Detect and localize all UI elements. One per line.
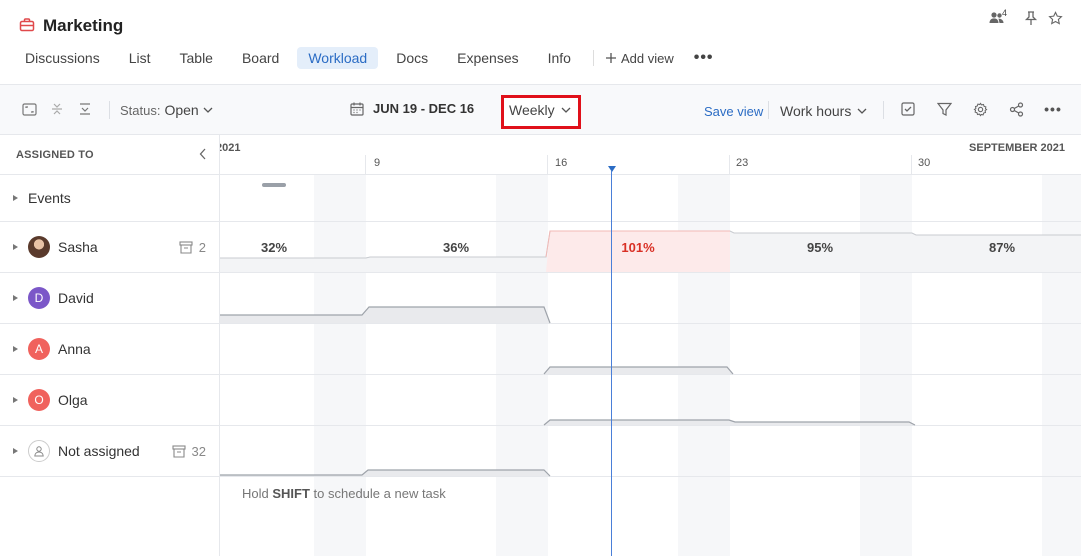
avatar [28,236,50,258]
chevron-down-icon [561,107,571,113]
expand-arrow-icon[interactable] [13,448,18,454]
header-actions: 4 [989,8,1063,26]
list-item[interactable]: O Olga [0,375,219,426]
more-menu-icon[interactable]: ••• [1044,101,1062,117]
row-name: Olga [58,392,88,408]
archived-tasks[interactable]: 2 [179,240,206,255]
archive-icon [179,240,193,254]
assigned-to-label: ASSIGNED TO [16,148,94,161]
archived-count: 32 [191,443,206,459]
expand-arrow-icon[interactable] [13,195,18,201]
hint-key: SHIFT [272,486,310,501]
hint-text: Hold [242,486,273,501]
list-item[interactable]: D David [0,273,219,324]
checkbox-icon[interactable] [900,101,916,117]
archive-icon [171,444,186,458]
filter-icon[interactable] [936,101,952,117]
collapse-rows-icon[interactable] [49,101,65,117]
calendar-icon [350,102,364,116]
list-item[interactable]: A Anna [0,324,219,375]
tabs-divider [592,50,594,66]
expand-arrow-icon[interactable] [13,295,18,301]
page-title: Marketing [43,16,124,35]
today-line [611,171,612,556]
pin-icon[interactable] [1023,10,1039,26]
tab-docs[interactable]: Docs [385,47,439,69]
add-view-button[interactable]: Add view [600,48,680,69]
user-icon [28,440,50,462]
add-view-label: Add view [620,50,674,66]
share-icon[interactable] [1008,101,1024,117]
archived-count: 2 [198,239,206,255]
hint-text: to schedule a new task [309,486,446,501]
metric-dropdown[interactable]: Work hours [780,103,867,119]
briefcase-icon [19,18,35,32]
archived-tasks[interactable]: 32 [171,443,206,459]
time-scale-dropdown[interactable]: Weekly [509,102,571,118]
toolbar-divider [768,101,769,119]
tab-table[interactable]: Table [169,47,224,69]
tab-workload[interactable]: Workload [297,47,379,69]
expand-arrow-icon[interactable] [13,397,18,403]
assigned-to-header: ASSIGNED TO [0,135,219,175]
tab-board[interactable]: Board [231,47,290,69]
time-scale-value: Weekly [509,102,555,118]
tab-info[interactable]: Info [537,47,582,69]
row-name: Sasha [58,239,98,255]
list-item[interactable]: Events [0,175,219,222]
project-header: Marketing 4 Discussions List Table Board… [0,0,1081,84]
workload-percent-overloaded: 101% [621,240,655,255]
workload-percent: 95% [806,240,834,255]
row-name: Not assigned [58,443,140,459]
date-range-label: JUN 19 - DEC 16 [373,101,475,116]
expand-arrow-icon[interactable] [13,244,18,250]
toolbar-divider [109,101,110,119]
avatar: O [28,389,50,411]
anna-workload-area [544,367,733,374]
status-filter[interactable]: Status: Open [120,102,213,118]
date-range-picker[interactable]: JUN 19 - DEC 16 [350,101,474,116]
today-marker-icon [608,166,616,172]
schedule-hint: Hold SHIFT to schedule a new task [242,486,446,501]
chevron-down-icon [857,108,867,114]
workload-percent: 87% [988,240,1016,255]
save-view-button[interactable]: Save view [704,104,763,119]
list-item[interactable]: Not assigned 32 [0,426,219,477]
tab-list[interactable]: List [118,47,162,69]
avatar: A [28,338,50,360]
settings-gear-icon[interactable] [972,101,988,117]
status-label: Status: [120,102,161,118]
row-name: David [58,290,94,306]
status-value: Open [164,102,199,118]
expand-rows-icon[interactable] [77,101,93,117]
chevron-down-icon [203,107,213,113]
avatar: D [28,287,50,309]
star-icon[interactable] [1047,10,1063,26]
fit-screen-icon[interactable] [21,101,37,117]
workload-toolbar: Status: Open JUN 19 - DEC 16 Weekly Save… [0,84,1081,135]
workload-percent: 32% [260,240,288,255]
members-count: 4 [1002,8,1008,18]
list-item[interactable]: Sasha 2 [0,222,219,273]
members-icon[interactable]: 4 [989,8,1008,26]
workload-percent: 36% [442,240,470,255]
more-options-icon[interactable]: ••• [694,49,714,67]
row-name: Events [28,190,71,206]
metric-value: Work hours [780,103,852,119]
assignee-panel: ASSIGNED TO Events Sasha 2 D David A Ann… [0,135,220,556]
toolbar-divider [883,101,884,119]
tab-discussions[interactable]: Discussions [14,47,111,69]
view-tabs: Discussions List Table Board Workload Do… [14,47,714,69]
collapse-panel-icon[interactable] [199,148,207,160]
plus-icon [605,53,616,63]
workload-timeline[interactable]: 2021 SEPTEMBER 2021 9 16 23 30 [220,135,1081,556]
row-name: Anna [58,341,91,357]
expand-arrow-icon[interactable] [13,346,18,352]
tab-expenses[interactable]: Expenses [446,47,529,69]
